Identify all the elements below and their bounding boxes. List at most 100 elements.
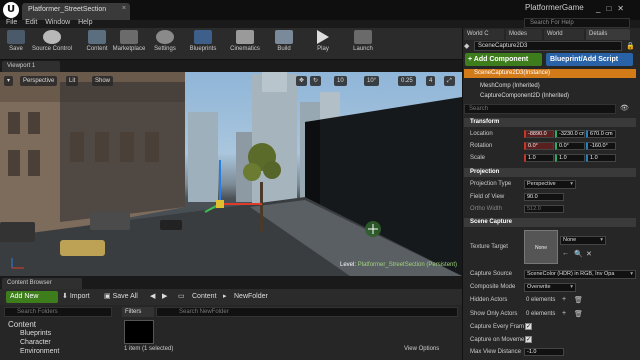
save-button[interactable]: Save — [4, 30, 28, 58]
build-button[interactable]: Build — [272, 30, 296, 58]
rotate-tool-icon[interactable]: ↻ — [310, 76, 322, 86]
texture-target-thumbnail[interactable]: None — [524, 230, 558, 264]
tab-modes[interactable]: Modes — [506, 29, 542, 40]
launch-button[interactable]: Launch — [350, 30, 376, 58]
gear-icon — [156, 30, 174, 44]
tab-world-composition[interactable]: World C — [464, 29, 504, 40]
tab-world-outliner[interactable]: World — [544, 29, 584, 40]
ortho-width-field[interactable]: 512.0 — [524, 205, 564, 213]
texture-target-dropdown[interactable]: None — [560, 236, 606, 245]
launch-icon — [354, 30, 372, 44]
composite-mode-dropdown[interactable]: Overwrite — [524, 283, 576, 292]
menu-help[interactable]: Help — [78, 17, 92, 28]
capture-every-frame-checkbox[interactable]: ✓ — [525, 323, 532, 330]
capture-on-movement-checkbox[interactable]: ✓ — [525, 336, 532, 343]
blueprint-add-script-button[interactable]: Blueprint/Add Script — [546, 53, 633, 66]
use-selected-icon[interactable]: ← — [562, 250, 569, 257]
component-root[interactable]: SceneCapture2D3(Instance) — [464, 69, 636, 78]
section-projection[interactable]: Projection — [464, 168, 636, 177]
viewport-options-icon[interactable]: ▾ — [4, 76, 14, 86]
close-tab-icon[interactable]: × — [122, 5, 126, 12]
maximize-button[interactable]: □ — [606, 4, 617, 13]
maximize-viewport-icon[interactable]: ⤢ — [444, 76, 455, 86]
content-browser-tab[interactable]: Content Browser — [2, 278, 82, 289]
composite-mode-label: Composite Mode — [470, 284, 516, 290]
settings-label: Settings — [154, 46, 176, 52]
content-button[interactable]: Content — [84, 30, 110, 58]
component-meshcomp[interactable]: MeshComp (Inherited) — [464, 82, 636, 91]
scale-y-field[interactable]: 1.0 — [555, 154, 585, 162]
rotation-y-field[interactable]: 0.0° — [555, 142, 585, 150]
tree-item-environment[interactable]: Environment — [20, 348, 59, 355]
tree-item-blueprints[interactable]: Blueprints — [20, 330, 51, 337]
unreal-logo-icon[interactable]: U — [3, 2, 19, 18]
location-y-field[interactable]: -3230.0 cm — [555, 130, 585, 138]
capture-source-dropdown[interactable]: SceneColor (HDR) in RGB, Inv Opa — [524, 270, 636, 279]
blueprints-button[interactable]: Blueprints — [186, 30, 220, 58]
perspective-dropdown[interactable]: Perspective — [20, 76, 58, 86]
delete-icon[interactable]: 🗑 — [574, 296, 583, 304]
location-label: Location — [470, 131, 493, 137]
scale-snap-value[interactable]: 0.25 — [398, 76, 416, 86]
clear-icon[interactable]: ✕ — [586, 250, 592, 258]
folder-icon: ▭ — [178, 293, 185, 300]
projection-type-dropdown[interactable]: Perspective — [524, 180, 576, 189]
rotation-x-field[interactable]: 0.0° — [524, 142, 554, 150]
translate-tool-icon[interactable]: ✥ — [296, 76, 308, 86]
minimize-button[interactable]: _ — [596, 4, 606, 13]
add-new-button[interactable]: Add New — [6, 291, 58, 303]
lit-dropdown[interactable]: Lit — [66, 76, 79, 86]
save-all-button[interactable]: ▣ Save All — [104, 291, 138, 303]
play-button[interactable]: Play — [310, 30, 336, 58]
menu-file[interactable]: File — [6, 17, 17, 28]
rotation-snap-value[interactable]: 10° — [364, 76, 380, 86]
location-x-field[interactable]: -8890.0 — [524, 130, 554, 138]
viewport-tab[interactable]: Viewport 1 — [2, 61, 60, 72]
details-search-input[interactable]: Search — [464, 104, 616, 114]
import-button[interactable]: ⬇ Import — [62, 291, 90, 303]
show-dropdown[interactable]: Show — [92, 76, 114, 86]
section-scene-capture[interactable]: Scene Capture — [464, 218, 636, 227]
tab-details[interactable]: Details — [586, 29, 630, 40]
breadcrumb-newfolder[interactable]: NewFolder — [234, 291, 268, 303]
scale-z-field[interactable]: 1.0 — [586, 154, 616, 162]
fov-field[interactable]: 90.0 — [524, 193, 564, 201]
nav-forward-icon[interactable]: ▶ — [162, 291, 167, 303]
menu-window[interactable]: Window — [45, 17, 70, 28]
location-z-field[interactable]: 670.0 cm — [586, 130, 616, 138]
folder-search-input[interactable]: Search Folders — [4, 307, 112, 317]
browse-icon[interactable]: 🔍 — [574, 250, 583, 258]
grid-snap-value[interactable]: 10 — [334, 76, 347, 86]
close-window-button[interactable]: ✕ — [617, 4, 630, 13]
menu-edit[interactable]: Edit — [25, 17, 37, 28]
max-view-distance-field[interactable]: -1.0 — [524, 348, 564, 356]
asset-thumbnail[interactable] — [124, 320, 154, 344]
settings-button[interactable]: Settings — [150, 30, 180, 58]
camera-speed-value[interactable]: 4 — [426, 76, 436, 86]
max-view-distance-label: Max View Distance — [470, 349, 521, 355]
scene-render — [0, 72, 462, 276]
marketplace-button[interactable]: Marketplace — [112, 30, 146, 58]
component-capture2d[interactable]: CaptureComponent2D (Inherited) — [464, 92, 636, 101]
filters-button[interactable]: Filters — [122, 307, 154, 317]
help-search-input[interactable]: Search For Help — [524, 18, 630, 28]
asset-search-input[interactable]: Search NewFolder — [156, 307, 458, 317]
tree-item-content[interactable]: Content — [8, 320, 36, 329]
source-control-button[interactable]: Source Control — [30, 30, 74, 58]
add-element-icon[interactable]: + — [562, 296, 566, 303]
rotation-z-field[interactable]: -160.0° — [586, 142, 616, 150]
tree-item-character[interactable]: Character — [20, 339, 51, 346]
add-component-button[interactable]: + Add Component — [465, 53, 542, 66]
actor-name-field[interactable]: SceneCapture2D3 — [474, 41, 622, 51]
lock-icon[interactable]: 🔒 — [626, 42, 635, 50]
add-element-icon[interactable]: + — [562, 310, 566, 317]
section-transform[interactable]: Transform — [464, 118, 636, 127]
view-options-button[interactable]: View Options — [404, 346, 439, 352]
nav-back-icon[interactable]: ◀ — [150, 291, 155, 303]
cinematics-button[interactable]: Cinematics — [228, 30, 262, 58]
breadcrumb-content[interactable]: Content — [192, 291, 217, 303]
eye-icon[interactable]: 👁 — [620, 104, 629, 112]
level-viewport[interactable] — [0, 72, 462, 276]
delete-icon[interactable]: 🗑 — [574, 310, 583, 318]
scale-x-field[interactable]: 1.0 — [524, 154, 554, 162]
